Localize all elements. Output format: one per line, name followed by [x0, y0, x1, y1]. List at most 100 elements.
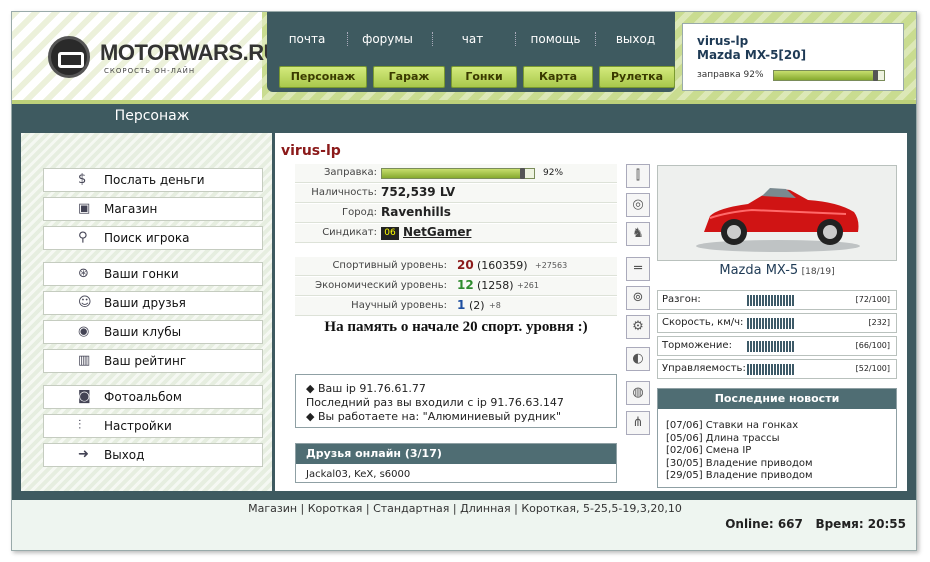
photo-icon: ◙: [78, 389, 91, 404]
econ-level-label: Экономический уровень:: [315, 280, 447, 291]
news-list: [07/06] Ставки на гонках [05/06] Длина т…: [666, 420, 813, 483]
sidebar-item-search-player[interactable]: ⚲ Поиск игрока: [43, 226, 263, 250]
fuel-row: Заправка: 92%: [295, 164, 617, 183]
syndicate-row: Синдикат: 06 NetGamer: [295, 224, 617, 243]
sidebar-item-exit[interactable]: ➜ Выход: [43, 443, 263, 467]
friends-online-box: Друзья онлайн (3/17) Jackal03, KeX, s600…: [295, 443, 617, 483]
syndicate-label: Синдикат:: [322, 227, 377, 238]
fuel-label: Заправка:: [324, 167, 377, 178]
user-car[interactable]: Mazda MX-5[20]: [697, 48, 806, 62]
sport-level-row: Спортивный уровень: 20 (160359) +27563: [295, 257, 617, 276]
tab-map[interactable]: Карта: [523, 66, 593, 88]
tab-roulette[interactable]: Рулетка: [599, 66, 675, 88]
exit-icon: ➜: [78, 447, 89, 462]
wheel-icon: ⊛: [78, 266, 89, 281]
sidebar-title: Персонаж: [114, 108, 190, 124]
user-fuel-bar: [773, 70, 885, 81]
sidebar-item-settings[interactable]: ⫶ Настройки: [43, 414, 263, 438]
clubs-icon: ◉: [78, 324, 90, 339]
car-name[interactable]: Mazda MX-5: [719, 263, 798, 278]
news-item[interactable]: [05/06] Длина трассы: [666, 433, 813, 446]
money-icon: $: [78, 172, 87, 187]
fuel-bar-fill: [382, 168, 525, 179]
news-item[interactable]: [02/06] Смена IP: [666, 445, 813, 458]
footer-status: Online: 667 Время: 20:55: [725, 517, 906, 531]
sidebar-item-label: Ваши гонки: [104, 267, 179, 281]
sidebar-item-clubs[interactable]: ◉ Ваши клубы: [43, 320, 263, 344]
shop-icon: ▣: [78, 201, 91, 216]
logo-icon: [48, 36, 90, 78]
sidebar-item-label: Фотоальбом: [104, 390, 182, 404]
sidebar-item-friends[interactable]: ☺ Ваши друзья: [43, 291, 263, 315]
sport-level-points: (160359): [477, 259, 528, 272]
news-item[interactable]: [07/06] Ставки на гонках: [666, 420, 813, 433]
main-area: Персонаж $ Послать деньги ▣ Магазин ⚲ Поиск…: [12, 100, 916, 500]
econ-level-value: 12: [457, 278, 474, 292]
syndicate-link[interactable]: NetGamer: [403, 225, 471, 239]
ip-work-text: Вы работаете на: "Алюминиевый рудник": [317, 410, 562, 423]
tab-garage[interactable]: Гараж: [373, 66, 445, 88]
stat-braking: Торможение: [66/100]: [657, 336, 897, 356]
search-icon: ⚲: [78, 230, 88, 245]
nav-chat[interactable]: чат: [432, 32, 512, 46]
cash-value: 752,539 LV: [381, 185, 456, 199]
tire-icon[interactable]: ◎: [626, 193, 650, 217]
stat-value: [66/100]: [855, 341, 890, 350]
nav-help[interactable]: помощь: [515, 32, 595, 46]
stat-handling: Управляемость: [52/100]: [657, 359, 897, 379]
news-item[interactable]: [30/05] Владение приводом: [666, 458, 813, 471]
brake-disc-icon[interactable]: ⊚: [626, 286, 650, 310]
content-panel: virus-lp Заправка: 92% Наличность: 752,5…: [275, 133, 907, 491]
sci-level-label: Научный уровень:: [351, 300, 447, 311]
cash-label: Наличность:: [311, 187, 377, 198]
footer-links[interactable]: Магазин | Короткая | Стандартная | Длинн…: [12, 502, 916, 515]
sidebar-item-races[interactable]: ⊛ Ваши гонки: [43, 262, 263, 286]
friends-online-list[interactable]: Jackal03, KeX, s6000: [306, 469, 410, 480]
nav-mail[interactable]: почта: [267, 32, 347, 46]
sidebar-item-shop[interactable]: ▣ Магазин: [43, 197, 263, 221]
car-image[interactable]: [657, 165, 897, 261]
profile-name: virus-lp: [281, 143, 341, 159]
city-label: Город:: [342, 207, 377, 218]
news-item[interactable]: [29/05] Владение приводом: [666, 470, 813, 483]
steering-icon[interactable]: ◍: [626, 381, 650, 405]
ip-current-text: Ваш ip 91.76.61.77: [317, 382, 426, 395]
sci-level-points: (2): [469, 299, 485, 312]
sidebar-item-photo[interactable]: ◙ Фотоальбом: [43, 385, 263, 409]
sidebar-item-label: Поиск игрока: [104, 231, 190, 245]
transmission-icon[interactable]: ⋔: [626, 411, 650, 435]
nav-exit[interactable]: выход: [595, 32, 675, 46]
sidebar-item-rating[interactable]: ▥ Ваш рейтинг: [43, 349, 263, 373]
engine-icon[interactable]: ⚙: [626, 315, 650, 339]
top-menu: почта форумы чат помощь выход Персонаж Г…: [267, 12, 675, 92]
sidebar: $ Послать деньги ▣ Магазин ⚲ Поиск игрока ⊛…: [21, 133, 272, 491]
stat-value: [72/100]: [855, 295, 890, 304]
city-value: Ravenhills: [381, 205, 451, 219]
seat-icon[interactable]: ♞: [626, 222, 650, 246]
sidebar-item-label: Выход: [104, 448, 145, 462]
syndicate-badge: 06: [381, 227, 399, 240]
turbo-icon[interactable]: ◐: [626, 347, 650, 371]
car-picture: [696, 188, 860, 252]
sci-level-row: Научный уровень: 1 (2) +8: [295, 297, 617, 316]
cash-row: Наличность: 752,539 LV: [295, 184, 617, 203]
ip-last: Последний раз вы входили с ip 91.76.63.1…: [306, 396, 564, 409]
tab-races[interactable]: Гонки: [451, 66, 517, 88]
exhaust-icon[interactable]: ═: [626, 257, 650, 281]
stat-value: [232]: [868, 318, 890, 327]
logo-area[interactable]: MOTORWARS.RU СКОРОСТЬ ОН-ЛАЙН: [12, 12, 279, 104]
tab-character[interactable]: Персонаж: [279, 66, 367, 88]
sidebar-item-label: Настройки: [104, 419, 172, 433]
nav-forums[interactable]: форумы: [347, 32, 427, 46]
econ-level-delta: +261: [517, 281, 539, 290]
stat-speed: Скорость, км/ч: [232]: [657, 313, 897, 333]
sidebar-item-send-money[interactable]: $ Послать деньги: [43, 168, 263, 192]
sport-level-delta: +27563: [535, 261, 568, 270]
sci-level-value: 1: [457, 298, 466, 312]
ip-work: ◆ Вы работаете на: "Алюминиевый рудник": [306, 410, 562, 423]
stat-label: Разгон:: [662, 294, 701, 305]
stat-bar: [747, 341, 795, 352]
user-name[interactable]: virus-lp: [697, 34, 748, 48]
user-box: virus-lp Mazda MX-5[20] заправка 92%: [682, 23, 904, 91]
suspension-icon[interactable]: ⫿: [626, 164, 650, 188]
